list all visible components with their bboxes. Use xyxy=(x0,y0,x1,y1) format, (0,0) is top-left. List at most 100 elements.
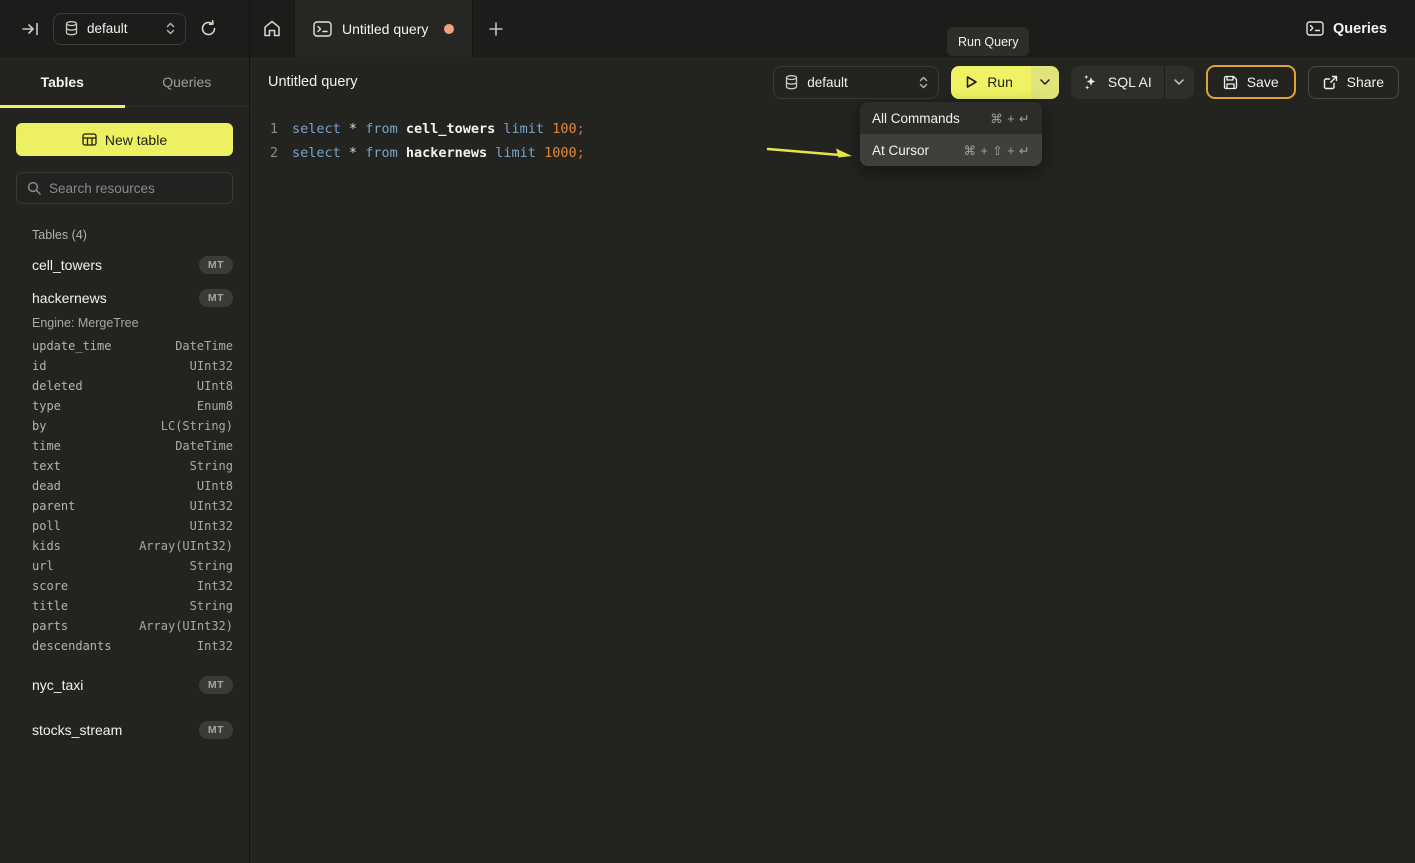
tables-list: cell_towersMThackernewsMTEngine: MergeTr… xyxy=(0,248,249,746)
sql-token-plain xyxy=(544,121,552,137)
tab-untitled-query[interactable]: Untitled query xyxy=(294,0,473,57)
column-row: update_timeDateTime xyxy=(0,336,249,356)
column-type: UInt8 xyxy=(197,479,233,493)
database-selector[interactable]: default xyxy=(53,13,186,45)
run-menu-item[interactable]: All Commands⌘ + ↵ xyxy=(860,102,1042,134)
tables-section-label: Tables (4) xyxy=(32,228,233,242)
column-name: kids xyxy=(32,539,61,553)
column-row: titleString xyxy=(0,596,249,616)
sidebar-tab-tables[interactable]: Tables xyxy=(0,57,125,106)
terminal-icon xyxy=(313,21,332,37)
editor-header: Untitled query default xyxy=(250,57,1415,107)
search-resources-input[interactable] xyxy=(49,181,226,196)
table-name: stocks_stream xyxy=(32,722,199,738)
column-type: String xyxy=(190,559,233,573)
column-name: dead xyxy=(32,479,61,493)
table-row[interactable]: stocks_streamMT xyxy=(0,713,249,746)
sql-token-keyword: limit xyxy=(495,145,536,161)
tab-strip: Untitled query xyxy=(250,0,519,57)
sql-ai-label: SQL AI xyxy=(1108,74,1152,90)
run-query-tooltip-label: Run Query xyxy=(958,35,1018,49)
sql-token-keyword: limit xyxy=(503,121,544,137)
sql-token-table: hackernews xyxy=(406,145,487,161)
table-row[interactable]: nyc_taxiMT xyxy=(0,668,249,701)
chevron-down-icon xyxy=(1174,79,1184,85)
floppy-disk-icon xyxy=(1223,75,1238,90)
database-icon xyxy=(65,21,78,36)
topbar-left-section: default xyxy=(0,0,250,57)
run-options-caret[interactable] xyxy=(1031,66,1059,99)
collapse-sidebar-icon xyxy=(22,22,39,36)
updown-chevron-icon xyxy=(919,76,928,89)
run-menu-item-label: All Commands xyxy=(872,111,960,126)
sql-editor[interactable]: 1select * from cell_towers limit 100;2se… xyxy=(250,107,1415,863)
sql-token-plain xyxy=(341,121,349,137)
refresh-button[interactable] xyxy=(200,20,217,37)
header-actions: default xyxy=(773,65,1399,99)
sql-token-star: * xyxy=(349,145,357,161)
queries-icon xyxy=(1306,21,1324,36)
column-type: LC(String) xyxy=(161,419,233,433)
engine-badge: MT xyxy=(199,256,233,274)
save-label: Save xyxy=(1247,74,1279,90)
top-bar: default xyxy=(0,0,1415,57)
sql-token-keyword: from xyxy=(365,145,398,161)
column-name: by xyxy=(32,419,46,433)
database-selector-value: default xyxy=(87,21,157,36)
table-engine-label: Engine: MergeTree xyxy=(0,314,249,336)
column-row: partsArray(UInt32) xyxy=(0,616,249,636)
sql-ai-button[interactable]: SQL AI xyxy=(1071,66,1164,99)
sidebar-tab-queries[interactable]: Queries xyxy=(125,57,250,106)
column-name: update_time xyxy=(32,339,111,353)
save-button[interactable]: Save xyxy=(1206,65,1296,99)
column-row: deletedUInt8 xyxy=(0,376,249,396)
collapse-sidebar-button[interactable] xyxy=(22,22,39,36)
sql-ai-options-caret[interactable] xyxy=(1164,66,1194,99)
sql-token-plain xyxy=(357,145,365,161)
run-split-button: Run xyxy=(951,66,1059,99)
updown-chevron-icon xyxy=(166,22,175,35)
home-button[interactable] xyxy=(250,0,294,57)
sql-ai-split-button: SQL AI xyxy=(1071,66,1194,99)
column-name: deleted xyxy=(32,379,83,393)
share-button[interactable]: Share xyxy=(1308,66,1399,99)
sql-token-number: 1000 xyxy=(544,145,577,161)
column-row: timeDateTime xyxy=(0,436,249,456)
column-name: id xyxy=(32,359,46,373)
header-database-selector[interactable]: default xyxy=(773,66,939,99)
column-type: UInt32 xyxy=(190,499,233,513)
column-name: parts xyxy=(32,619,68,633)
sql-token-semicolon: ; xyxy=(577,145,585,161)
table-row[interactable]: cell_towersMT xyxy=(0,248,249,281)
home-icon xyxy=(263,20,281,37)
new-tab-button[interactable] xyxy=(473,0,519,57)
run-menu-item[interactable]: At Cursor⌘ + ⇧ + ↵ xyxy=(860,134,1042,166)
sql-token-plain xyxy=(357,121,365,137)
topbar-right-section: Queries xyxy=(1306,0,1415,57)
column-name: descendants xyxy=(32,639,111,653)
plus-icon xyxy=(489,22,503,36)
sql-token-star: * xyxy=(349,121,357,137)
queries-button[interactable]: Queries xyxy=(1306,21,1387,37)
sql-token-number: 100 xyxy=(552,121,576,137)
table-row[interactable]: hackernewsMT xyxy=(0,281,249,314)
table-grid-icon xyxy=(82,133,97,146)
column-name: poll xyxy=(32,519,61,533)
code-line: 1select * from cell_towers limit 100; xyxy=(250,117,1415,141)
code-text: select * from hackernews limit 1000; xyxy=(278,141,585,165)
main-panel: Untitled query default xyxy=(250,57,1415,863)
run-label: Run xyxy=(987,74,1013,90)
column-row: scoreInt32 xyxy=(0,576,249,596)
column-type: Int32 xyxy=(197,639,233,653)
column-row: typeEnum8 xyxy=(0,396,249,416)
run-button[interactable]: Run xyxy=(951,66,1031,99)
column-row: idUInt32 xyxy=(0,356,249,376)
line-number: 2 xyxy=(250,141,278,165)
new-table-button[interactable]: New table xyxy=(16,123,233,156)
new-table-label: New table xyxy=(105,132,167,148)
sql-token-plain xyxy=(341,145,349,161)
column-type: DateTime xyxy=(175,439,233,453)
column-row: kidsArray(UInt32) xyxy=(0,536,249,556)
play-icon xyxy=(965,75,978,89)
column-row: pollUInt32 xyxy=(0,516,249,536)
